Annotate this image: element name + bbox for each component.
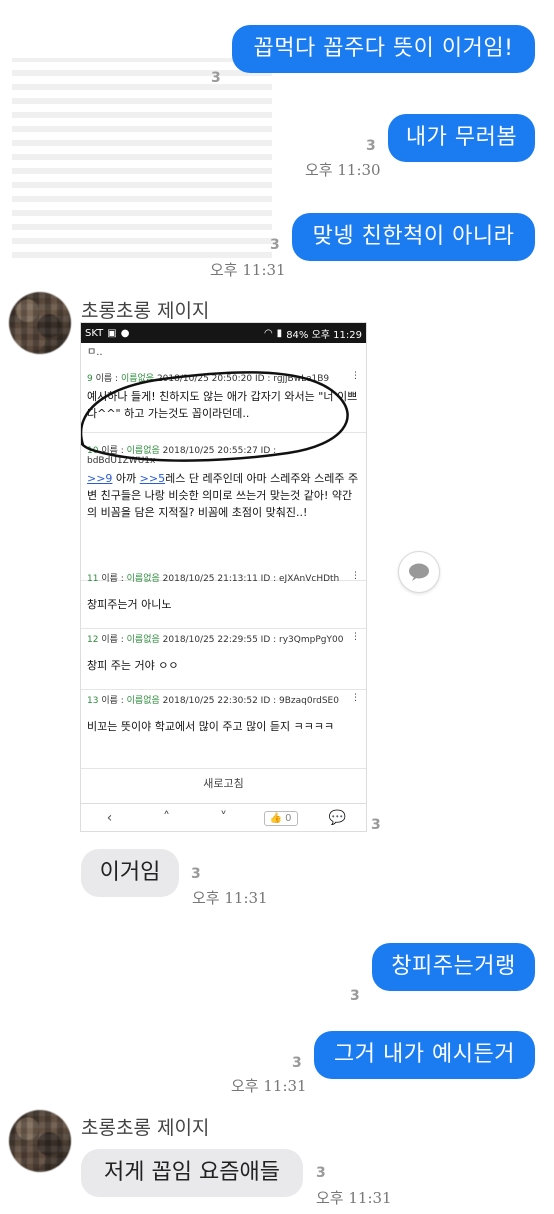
comment-icon[interactable]: 💬 xyxy=(309,810,366,826)
reply-link-9[interactable]: >>9 xyxy=(87,472,112,485)
scroll-down-icon[interactable]: ˅ xyxy=(195,810,252,826)
post-10: 10 이름 : 이름없음 2018/10/25 20:55:27 ID : bd… xyxy=(81,443,366,581)
chat-icon: ● xyxy=(120,327,130,339)
post-name-label: 이름 : xyxy=(101,574,127,584)
post-12: 12 이름 : 이름없음 2018/10/25 22:29:55 ID : ry… xyxy=(81,632,366,690)
shared-screenshot-image[interactable]: SKT ▣ ● ◠ ▮ 84% 오후 11:29 ㅁ.. 9 이름 : 이름없음 201… xyxy=(80,322,367,832)
recv-bubble-2[interactable]: 저게 꼽임 요즘애들 xyxy=(81,1149,303,1197)
post-menu-icon[interactable]: ⋮ xyxy=(351,693,360,706)
scroll-up-icon[interactable]: ˄ xyxy=(138,810,195,826)
post-number: 12 xyxy=(87,635,99,645)
post-body: 창피주는거 아니노 xyxy=(87,598,172,611)
sender-name: 초롱초롱 제이지 xyxy=(81,1117,210,1139)
reply-comment-button[interactable] xyxy=(398,551,440,593)
unread-count-7: 3 xyxy=(316,1165,326,1181)
reply-link-5[interactable]: >>5 xyxy=(140,472,165,485)
carrier-label: SKT xyxy=(85,327,104,339)
unread-count-6: 3 xyxy=(292,1055,302,1071)
post-body-mid: 아까 xyxy=(112,472,140,485)
post-number: 13 xyxy=(87,696,99,706)
post-author: 이름없음 xyxy=(126,635,160,645)
sent-bubble-4[interactable]: 창피주는거랭 xyxy=(372,943,535,991)
timestamp-7: 오후 11:31 xyxy=(316,1189,392,1207)
post-date: 2018/10/25 21:13:11 ID : eJXAnVcHDth xyxy=(162,574,340,584)
post-menu-icon[interactable]: ⋮ xyxy=(351,571,360,584)
wifi-icon: ◠ xyxy=(263,327,273,339)
post-13: 13 이름 : 이름없음 2018/10/25 22:30:52 ID : 9B… xyxy=(81,693,366,769)
back-icon[interactable]: ‹ xyxy=(81,810,138,826)
post-date: 2018/10/25 22:29:55 ID : ry3QmpPgY00 xyxy=(162,635,344,645)
post-name-label: 이름 : xyxy=(101,696,127,706)
post-number: 11 xyxy=(87,574,99,584)
post-menu-icon[interactable]: ⋮ xyxy=(351,632,360,645)
timestamp-4: 오후 11:31 xyxy=(192,889,268,907)
unread-count-2: 3 xyxy=(366,138,376,154)
unread-count-3: 3 xyxy=(270,237,280,253)
post-author: 이름없음 xyxy=(126,696,160,706)
unread-count-1: 3 xyxy=(211,70,221,86)
signal-icon: ▮ xyxy=(276,327,283,339)
post-body: 비꼬는 뜻이야 학교에서 많이 주고 많이 듣지 ㅋㅋㅋㅋ xyxy=(87,720,335,733)
timestamp-3: 오후 11:31 xyxy=(210,261,286,279)
background-watermark xyxy=(12,58,272,258)
screenshot-status-bar: SKT ▣ ● ◠ ▮ 84% 오후 11:29 xyxy=(81,323,366,343)
sent-bubble-2[interactable]: 내가 무러봄 xyxy=(388,114,535,162)
refresh-button[interactable]: 새로고침 xyxy=(81,775,366,791)
timestamp-2: 오후 11:30 xyxy=(305,161,381,179)
sender-avatar[interactable] xyxy=(9,1110,71,1172)
hand-drawn-circle-annotation xyxy=(81,371,349,462)
post-body: >>9 아까 >>5레스 단 레주인데 아마 스레주와 스레주 주변 친구들은 … xyxy=(87,470,360,521)
sent-bubble-1[interactable]: 꼽먹다 꼽주다 뜻이 이거임! xyxy=(232,25,535,73)
post-body: 창피 주는 거야 ㅇㅇ xyxy=(87,659,179,672)
post-11: 11 이름 : 이름없음 2018/10/25 21:13:11 ID : eJ… xyxy=(81,571,366,629)
sender-name: 초롱초롱 제이지 xyxy=(81,300,210,322)
screenshot-unread-count: 3 xyxy=(371,817,381,833)
like-button[interactable]: 👍 0 xyxy=(263,811,298,826)
sent-bubble-5[interactable]: 그거 내가 예시든거 xyxy=(314,1031,535,1079)
image-icon: ▣ xyxy=(107,327,117,339)
recv-bubble-1[interactable]: 이거임 xyxy=(81,849,179,897)
speech-bubble-icon xyxy=(409,563,429,581)
unread-count-4: 3 xyxy=(191,866,201,882)
timestamp-6: 오후 11:31 xyxy=(231,1077,307,1095)
post-name-label: 이름 : xyxy=(101,635,127,645)
battery-time-label: 84% 오후 11:29 xyxy=(286,329,362,341)
post-author: 이름없음 xyxy=(126,574,160,584)
unread-count-5: 3 xyxy=(350,988,360,1004)
screenshot-nav-bar: ‹ ˄ ˅ 👍 0 💬 xyxy=(81,803,366,831)
sent-bubble-3[interactable]: 맞넹 친한척이 아니라 xyxy=(292,213,535,261)
sender-avatar[interactable] xyxy=(9,292,71,354)
post-date: 2018/10/25 22:30:52 ID : 9Bzaq0rdSE0 xyxy=(162,696,339,706)
